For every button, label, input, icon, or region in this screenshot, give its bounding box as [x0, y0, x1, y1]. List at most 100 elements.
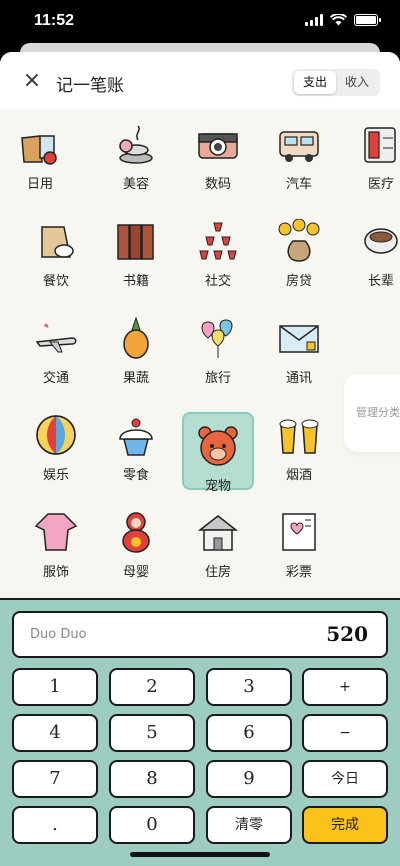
- category-label: 住房: [204, 565, 231, 580]
- category-label: 日用: [26, 177, 53, 192]
- category-label: 旅行: [204, 371, 231, 386]
- category-daily[interactable]: 日用: [4, 110, 76, 192]
- car-icon: [279, 131, 319, 162]
- wine-glasses-icon: [199, 222, 237, 260]
- category-label: 交通: [42, 371, 69, 386]
- category-comm[interactable]: 通讯: [263, 304, 335, 386]
- key-2[interactable]: 2: [109, 668, 195, 706]
- category-label: 母婴: [122, 565, 149, 580]
- amount-value: 520: [326, 622, 368, 646]
- key-plus[interactable]: +: [302, 668, 388, 706]
- category-books[interactable]: 书籍: [100, 207, 172, 289]
- type-toggle: 支出 收入: [292, 69, 380, 96]
- category-mother-baby[interactable]: 母婴: [100, 498, 172, 580]
- pineapple-icon: [123, 316, 149, 359]
- category-label: 通讯: [285, 371, 312, 386]
- books-icon: [117, 224, 154, 260]
- key-8[interactable]: 8: [109, 760, 195, 798]
- cupcake-icon: [119, 418, 153, 456]
- category-label: 烟酒: [285, 468, 312, 483]
- category-label: 零食: [122, 468, 149, 483]
- money-bag-icon: [278, 219, 320, 262]
- manage-categories-label: 管理分类: [356, 406, 400, 419]
- entry-sheet: × 记一笔账 支出 收入 日用 美容 数码 汽车 医疗 餐饮 书籍 社交 房贷 …: [0, 52, 400, 866]
- key-4[interactable]: 4: [12, 714, 98, 752]
- bear-icon: [198, 426, 238, 466]
- house-icon: [197, 515, 239, 551]
- key-today[interactable]: 今日: [302, 760, 388, 798]
- category-travel[interactable]: 旅行: [182, 304, 254, 386]
- category-label: 餐饮: [42, 274, 69, 289]
- medicine-cabinet-icon: [364, 127, 396, 163]
- category-beauty[interactable]: 美容: [100, 110, 172, 192]
- teacup-icon: [364, 228, 398, 254]
- key-1[interactable]: 1: [12, 668, 98, 706]
- status-time: 11:52: [34, 12, 75, 29]
- key-9[interactable]: 9: [206, 760, 292, 798]
- done-button[interactable]: 完成: [302, 806, 388, 844]
- category-social[interactable]: 社交: [182, 207, 254, 289]
- header: × 记一笔账 支出 收入: [0, 52, 400, 110]
- home-indicator: [130, 852, 270, 857]
- category-lottery[interactable]: 彩票: [263, 498, 335, 580]
- key-clear[interactable]: 清零: [206, 806, 292, 844]
- key-3[interactable]: 3: [206, 668, 292, 706]
- amount-display[interactable]: Duo Duo 520: [12, 611, 388, 658]
- tab-expense[interactable]: 支出: [294, 71, 336, 94]
- keypad: Duo Duo 520 1 2 3 + 4 5 6 − 7 8 9 今日 . 0…: [0, 598, 400, 866]
- note-text: Duo Duo: [30, 627, 87, 642]
- battery-icon: [354, 14, 381, 26]
- status-icons: [305, 14, 381, 26]
- key-minus[interactable]: −: [302, 714, 388, 752]
- status-bar: 11:52: [0, 0, 400, 44]
- page-title: 记一笔账: [56, 76, 124, 96]
- close-icon[interactable]: ×: [20, 70, 44, 94]
- daily-goods-icon: [21, 135, 57, 165]
- airplane-icon: [35, 323, 77, 353]
- category-label: 房贷: [285, 274, 312, 289]
- key-0[interactable]: 0: [109, 806, 195, 844]
- lottery-ticket-icon: [282, 513, 316, 551]
- mail-icon: [279, 325, 319, 353]
- category-label: 长辈: [367, 274, 394, 289]
- key-7[interactable]: 7: [12, 760, 98, 798]
- manage-categories-button[interactable]: 管理分类: [344, 374, 400, 452]
- category-label: 果蔬: [122, 371, 149, 386]
- category-pets[interactable]: 宠物: [182, 412, 254, 494]
- rice-icon: [41, 226, 74, 258]
- category-grid: 日用 美容 数码 汽车 医疗 餐饮 书籍 社交 房贷 长辈 交通 果蔬 旅行 通…: [0, 110, 400, 598]
- category-label: 汽车: [285, 177, 312, 192]
- key-6[interactable]: 6: [206, 714, 292, 752]
- tab-income[interactable]: 收入: [336, 71, 378, 94]
- category-label: 美容: [122, 177, 149, 192]
- category-tobacco-alcohol[interactable]: 烟酒: [263, 401, 335, 483]
- category-label: 社交: [204, 274, 231, 289]
- category-label: 宠物: [204, 479, 231, 494]
- category-entertainment[interactable]: 娱乐: [20, 401, 92, 483]
- category-snacks[interactable]: 零食: [100, 401, 172, 483]
- category-medical[interactable]: 医疗: [345, 110, 400, 192]
- beach-ball-icon: [36, 415, 76, 455]
- category-transport[interactable]: 交通: [20, 304, 92, 386]
- robe-icon: [34, 513, 78, 551]
- cellular-signal-icon: [305, 14, 323, 26]
- category-label: 服饰: [42, 565, 69, 580]
- category-elders[interactable]: 长辈: [345, 207, 400, 289]
- balloons-icon: [201, 319, 233, 358]
- category-housing[interactable]: 住房: [182, 498, 254, 580]
- category-label: 娱乐: [42, 468, 69, 483]
- category-label: 数码: [204, 177, 231, 192]
- category-label: 书籍: [122, 274, 149, 289]
- key-dot[interactable]: .: [12, 806, 98, 844]
- category-clothing[interactable]: 服饰: [20, 498, 92, 580]
- category-dining[interactable]: 餐饮: [20, 207, 92, 289]
- category-label: 彩票: [285, 565, 312, 580]
- camera-icon: [198, 133, 238, 159]
- category-mortgage[interactable]: 房贷: [263, 207, 335, 289]
- category-fruit[interactable]: 果蔬: [100, 304, 172, 386]
- category-label: 医疗: [367, 177, 394, 192]
- key-5[interactable]: 5: [109, 714, 195, 752]
- category-car[interactable]: 汽车: [263, 110, 335, 192]
- beauty-icon: [119, 125, 153, 164]
- category-digital[interactable]: 数码: [182, 110, 254, 192]
